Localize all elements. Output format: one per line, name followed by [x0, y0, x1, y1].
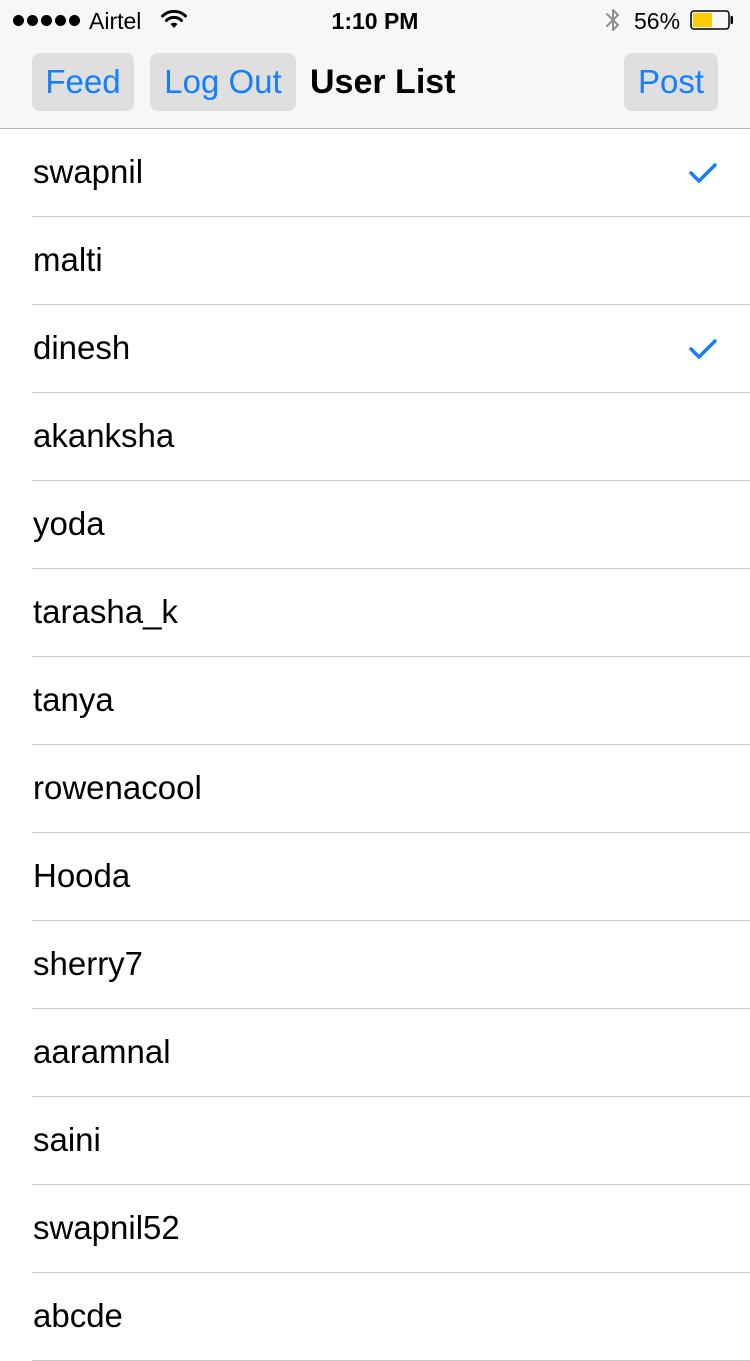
user-name: swapnil [33, 153, 144, 190]
user-list: swapnil malti dinesh akanksha yoda taras… [0, 129, 750, 1361]
user-row[interactable]: sherry7 [0, 921, 750, 1009]
user-name: akanksha [33, 417, 175, 454]
checkmark-icon [689, 163, 717, 183]
user-name: rowenacool [33, 769, 202, 806]
post-button[interactable]: Post [624, 53, 718, 111]
user-row[interactable]: swapnil52 [0, 1185, 750, 1273]
user-row[interactable]: swapnil [0, 129, 750, 217]
user-name: aaramnal [33, 1033, 171, 1070]
user-row[interactable]: tanya [0, 657, 750, 745]
user-name: Hooda [33, 857, 131, 894]
checkmark-icon [689, 339, 717, 359]
user-row[interactable]: tarasha_k [0, 569, 750, 657]
status-bar: Airtel 1:10 PM 56% [0, 0, 750, 40]
user-row[interactable]: yoda [0, 481, 750, 569]
user-name: sherry7 [33, 945, 144, 982]
user-row[interactable]: abcde [0, 1273, 750, 1361]
user-name: tanya [33, 681, 114, 718]
battery-percentage: 56% [634, 8, 681, 34]
user-row[interactable]: Hooda [0, 833, 750, 921]
user-name: yoda [33, 505, 105, 542]
page-title: User List [310, 63, 456, 101]
bluetooth-icon [606, 9, 619, 31]
user-row[interactable]: akanksha [0, 393, 750, 481]
user-row[interactable]: rowenacool [0, 745, 750, 833]
feed-button[interactable]: Feed [32, 53, 134, 111]
user-name: saini [33, 1121, 101, 1158]
user-row[interactable]: dinesh [0, 305, 750, 393]
user-name: dinesh [33, 329, 131, 366]
user-row[interactable]: malti [0, 217, 750, 305]
navigation-bar: Feed Log Out User List Post [0, 40, 750, 129]
user-name: malti [33, 241, 103, 278]
user-row[interactable]: saini [0, 1097, 750, 1185]
log-out-button[interactable]: Log Out [150, 53, 296, 111]
user-name: tarasha_k [33, 593, 178, 630]
user-name: swapnil52 [33, 1209, 180, 1246]
user-row[interactable]: aaramnal [0, 1009, 750, 1097]
battery-icon [690, 10, 733, 30]
user-name: abcde [33, 1297, 123, 1334]
